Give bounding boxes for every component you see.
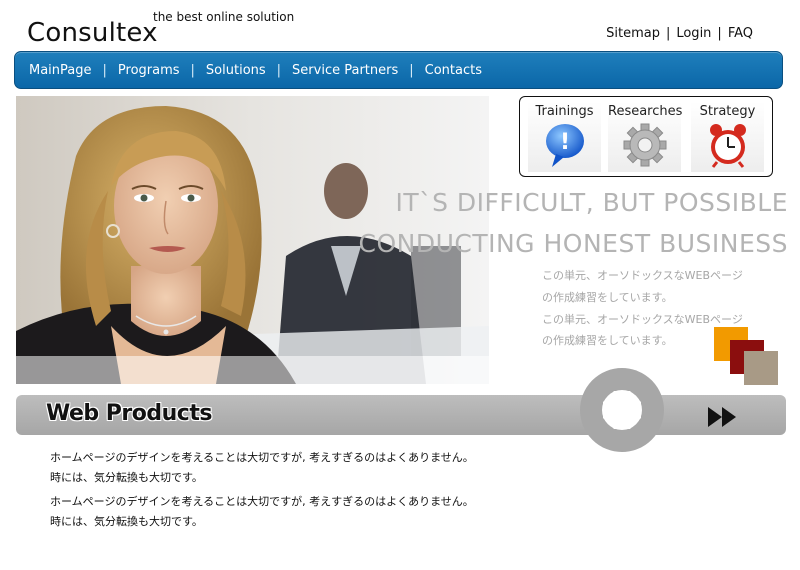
slogan-line-2: CONDUCTING HONEST BUSINESS — [358, 229, 788, 258]
top-links: Sitemap | Login | FAQ — [606, 26, 753, 41]
hero-caption-band — [16, 356, 489, 384]
body-text-line: 時には、気分転換も大切です。 — [50, 515, 203, 528]
feature-label: Trainings — [535, 104, 594, 119]
main-nav: MainPage | Programs | Solutions | Service P… — [14, 51, 783, 89]
feature-icon-panel: Trainings ! Researches Strategy — [519, 96, 773, 177]
alarm-clock-icon — [709, 124, 746, 168]
feature-strategy[interactable]: Strategy — [691, 102, 764, 172]
svg-text:!: ! — [559, 130, 569, 155]
web-products-bar: Web Products — [16, 395, 786, 435]
intro-text-line: この単元、オーソドックスなWEBページ — [542, 269, 743, 282]
gear-icon — [623, 123, 666, 167]
decor-square-taupe — [744, 351, 778, 385]
nav-item-programs[interactable]: Programs — [118, 63, 180, 78]
speech-bubble-icon: ! — [545, 124, 584, 167]
fast-forward-icon[interactable] — [706, 405, 740, 429]
nav-separator: | — [409, 62, 414, 78]
tagline: the best online solution — [153, 10, 295, 24]
octagon-icon — [603, 391, 641, 429]
login-link[interactable]: Login — [676, 26, 711, 41]
slogan-line-1: IT`S DIFFICULT, BUT POSSIBLE — [395, 188, 788, 217]
link-separator: | — [717, 26, 722, 41]
site-logo[interactable]: Consultex — [27, 18, 158, 48]
body-text-line: ホームページのデザインを考えることは大切ですが, 考えすぎるのはよくありません。 — [50, 451, 474, 464]
intro-text-line: この単元、オーソドックスなWEBページ — [542, 313, 743, 326]
nav-separator: | — [102, 62, 107, 78]
feature-label: Researches — [608, 104, 683, 119]
body-text-line: ホームページのデザインを考えることは大切ですが, 考えすぎるのはよくありません。 — [50, 495, 474, 508]
nav-item-contacts[interactable]: Contacts — [425, 63, 482, 78]
nav-item-service-partners[interactable]: Service Partners — [292, 63, 398, 78]
feature-label: Strategy — [699, 104, 756, 119]
link-separator: | — [665, 26, 671, 41]
nav-separator: | — [190, 62, 195, 78]
feature-trainings[interactable]: Trainings ! — [528, 102, 601, 172]
section-title: Web Products — [46, 401, 212, 426]
nav-item-solutions[interactable]: Solutions — [206, 63, 266, 78]
nav-item-mainpage[interactable]: MainPage — [29, 63, 92, 78]
intro-text-line: の作成練習をしています。 — [542, 291, 673, 304]
feature-researches[interactable]: Researches — [608, 102, 683, 172]
sitemap-link[interactable]: Sitemap — [606, 26, 660, 41]
nav-separator: | — [276, 62, 282, 78]
faq-link[interactable]: FAQ — [728, 26, 753, 41]
body-text-line: 時には、気分転換も大切です。 — [50, 471, 203, 484]
intro-text-line: の作成練習をしています。 — [542, 334, 673, 347]
